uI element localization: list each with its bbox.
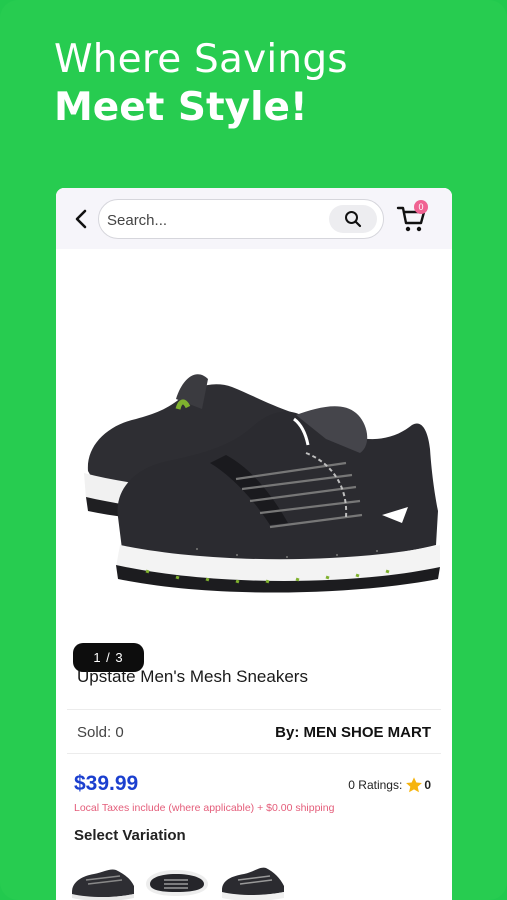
product-price: $39.99 xyxy=(74,772,139,795)
cart-button[interactable]: 0 xyxy=(396,200,430,234)
variation-thumbnail-1[interactable] xyxy=(70,862,136,900)
app-screen: 0 xyxy=(56,188,452,900)
star-icon xyxy=(406,777,423,793)
promo-frame: Where Savings Meet Style! Search... 0 1 … xyxy=(0,0,507,900)
sold-count: Sold: 0 xyxy=(77,724,124,741)
seller-link[interactable]: By: MEN SHOE MART xyxy=(275,724,431,741)
chevron-left-icon xyxy=(75,209,87,229)
ratings-label: 0 Ratings: xyxy=(348,778,403,792)
sneaker-image xyxy=(84,374,440,593)
divider xyxy=(67,753,441,754)
promo-line-1: Where Savings xyxy=(54,37,348,82)
variation-heading: Select Variation xyxy=(74,827,186,844)
search-button[interactable] xyxy=(329,205,377,233)
ratings-count: 0 xyxy=(424,778,431,792)
promo-headline: Where Savings Meet Style! xyxy=(54,36,348,132)
ratings-summary[interactable]: 0 Ratings: 0 xyxy=(348,776,431,794)
variation-thumbnail-3[interactable] xyxy=(218,862,288,900)
search-input[interactable] xyxy=(107,209,317,231)
variation-thumbnail-2[interactable] xyxy=(142,862,212,900)
cart-count-badge: 0 xyxy=(414,200,428,214)
top-bar: 0 xyxy=(56,188,452,249)
divider xyxy=(67,709,441,710)
product-title: Upstate Men's Mesh Sneakers xyxy=(77,667,308,686)
tax-shipping-note: Local Taxes include (where applicable) +… xyxy=(74,802,335,814)
search-icon xyxy=(345,211,362,228)
back-button[interactable] xyxy=(70,205,92,233)
promo-line-2: Meet Style! xyxy=(54,85,308,130)
variation-list xyxy=(70,862,450,900)
search-bar xyxy=(98,199,384,239)
product-image[interactable]: 1 / 3 xyxy=(56,249,452,672)
